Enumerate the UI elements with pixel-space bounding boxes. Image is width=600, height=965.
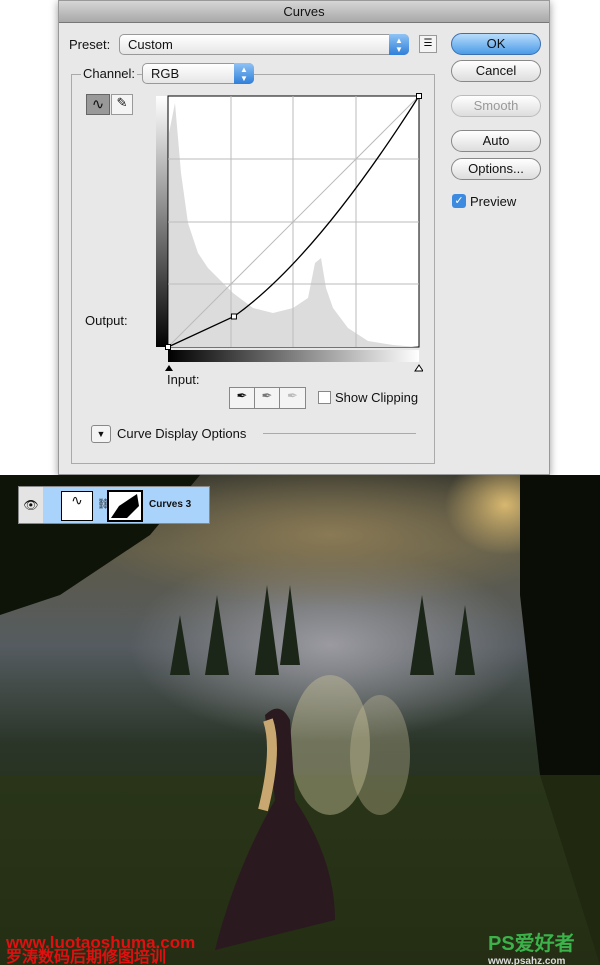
black-point-slider[interactable] xyxy=(165,365,173,371)
channel-label: Channel: xyxy=(81,66,138,81)
channel-value: RGB xyxy=(151,66,180,81)
ok-button[interactable]: OK xyxy=(451,33,541,55)
divider xyxy=(263,433,416,434)
curves-dialog: Curves Preset: Custom ▲ ▼ ☰ Channel: RGB ▲ ▼… xyxy=(58,0,550,475)
output-gradient-bar xyxy=(156,96,168,347)
forest-scene xyxy=(0,475,600,965)
preset-label: Preset: xyxy=(69,37,111,52)
preset-options-icon[interactable]: ☰ xyxy=(419,35,437,53)
pencil-tool-icon[interactable]: ✎ xyxy=(111,94,133,115)
auto-button[interactable]: Auto xyxy=(451,130,541,152)
disclosure-triangle-icon[interactable]: ▼ xyxy=(91,425,111,443)
curves-layer-row[interactable]: 👁 ∿ ⛓ Curves 3 xyxy=(18,486,210,524)
curve-control-point[interactable] xyxy=(416,93,422,99)
preset-value: Custom xyxy=(128,37,173,52)
psahz-logo: PS爱好者 xyxy=(488,933,575,955)
eyedroppers: ✒ ✒ ✒ xyxy=(229,387,306,409)
dialog-title: Curves xyxy=(59,1,549,23)
black-eyedropper-icon[interactable]: ✒ xyxy=(230,388,255,408)
preview-checkbox[interactable]: ✓ xyxy=(452,194,466,208)
psahz-url: www.psahz.com xyxy=(488,956,566,965)
white-point-slider[interactable] xyxy=(414,364,423,372)
stepper-arrows-icon: ▲ ▼ xyxy=(389,34,409,55)
show-clipping-label: Show Clipping xyxy=(335,390,419,405)
preset-select[interactable]: Custom ▲ ▼ xyxy=(119,34,409,55)
show-clipping-checkbox[interactable] xyxy=(318,391,331,404)
gray-eyedropper-icon[interactable]: ✒ xyxy=(255,388,280,408)
watermark-left: www.luotaoshuma.com 罗涛数码后期修图培训 xyxy=(6,933,196,965)
input-gradient-bar xyxy=(168,350,419,362)
input-label: Input: xyxy=(167,372,200,387)
curve-display-options-label[interactable]: Curve Display Options xyxy=(117,426,246,441)
fairy-photo: 👁 ∿ ⛓ Curves 3 www.luotaoshuma.com 罗涛数码后… xyxy=(0,475,600,965)
curve-graph[interactable] xyxy=(153,93,423,378)
curves-adjustment-icon: ∿ xyxy=(61,491,93,521)
curve-control-point[interactable] xyxy=(230,313,237,320)
watermark-text: 罗涛数码后期修图培训 xyxy=(6,949,167,965)
layer-name: Curves 3 xyxy=(149,499,192,510)
eye-visibility-icon[interactable]: 👁 xyxy=(19,487,43,523)
smooth-button[interactable]: Smooth xyxy=(451,95,541,117)
watermark-right: PS爱好者 www.psahz.com xyxy=(488,927,575,965)
white-eyedropper-icon[interactable]: ✒ xyxy=(280,388,305,408)
stepper-arrows-icon: ▲ ▼ xyxy=(234,63,254,84)
channel-select[interactable]: RGB ▲ ▼ xyxy=(142,63,254,84)
preview-label: Preview xyxy=(470,194,517,209)
watermark-url: www.luotaoshuma.com xyxy=(6,933,196,952)
curve-point-tool-icon[interactable]: ∿ xyxy=(86,94,110,115)
layer-mask-thumbnail[interactable] xyxy=(107,490,143,522)
options-button[interactable]: Options... xyxy=(451,158,541,180)
curve-control-point[interactable] xyxy=(165,344,171,350)
output-label: Output: xyxy=(85,313,128,328)
cancel-button[interactable]: Cancel xyxy=(451,60,541,82)
